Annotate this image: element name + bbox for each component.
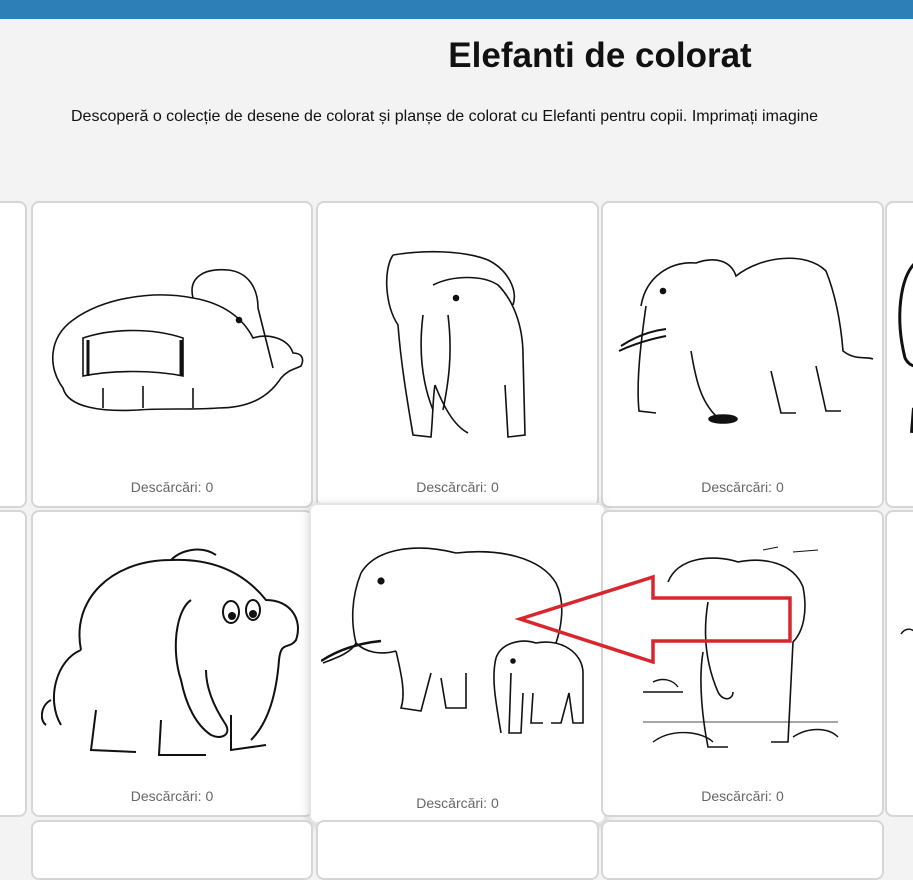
gallery-card[interactable] [601, 820, 884, 880]
elephant-front-image [385, 250, 526, 438]
partial-elephant-image [898, 263, 913, 433]
elephant-blanket-image [52, 269, 304, 412]
elephant-with-calf-image [321, 547, 584, 734]
gallery-card[interactable]: Descărcări: 0 [601, 201, 884, 508]
partial-image-fragment [900, 628, 913, 635]
download-count: Descărcări: 0 [701, 479, 784, 495]
gallery-card[interactable]: Descărcări: 0 [31, 201, 313, 508]
gallery-card-partial-left[interactable] [0, 201, 27, 508]
cartoon-elephant-image [41, 548, 299, 756]
top-bar [0, 0, 913, 19]
page-title: Elefanti de colorat [448, 36, 752, 75]
download-count: Descărcări: 0 [130, 479, 214, 495]
gallery-card[interactable]: Descărcări: 0 [601, 510, 884, 817]
gallery-card-partial-left[interactable] [0, 510, 27, 817]
page-description: Descoperă o colecție de desene de colora… [71, 108, 819, 125]
gallery-card-partial-right[interactable] [885, 201, 913, 508]
gallery-card[interactable] [316, 820, 599, 880]
gallery-card[interactable] [31, 820, 313, 880]
gallery-card-hovered[interactable]: Descărcări: 0 [309, 503, 606, 824]
download-count: Descărcări: 0 [130, 788, 214, 804]
elephant-savanna-image [643, 546, 839, 748]
gallery-card-partial-right[interactable] [885, 510, 913, 817]
gallery-card[interactable]: Descărcări: 0 [316, 201, 599, 508]
download-count: Descărcări: 0 [416, 795, 499, 811]
download-count: Descărcări: 0 [701, 788, 784, 804]
download-count: Descărcări: 0 [416, 479, 499, 495]
african-elephant-image [618, 257, 874, 424]
gallery-card[interactable]: Descărcări: 0 [31, 510, 313, 817]
